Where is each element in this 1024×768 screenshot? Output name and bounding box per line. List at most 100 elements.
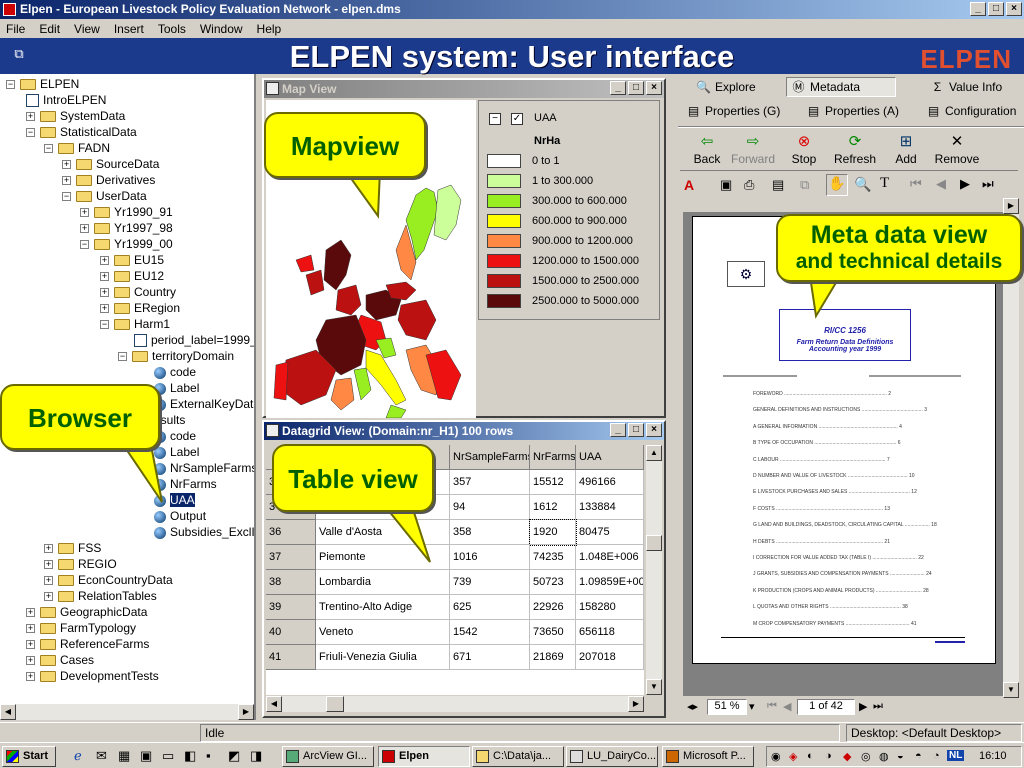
row-header[interactable]: 40 xyxy=(266,620,316,645)
tray-icon-7[interactable]: ◍ xyxy=(879,750,889,763)
table-cell[interactable]: 15512 xyxy=(530,470,576,495)
tree-node[interactable]: + Yr1997_98 xyxy=(80,220,173,236)
table-cell[interactable]: 358 xyxy=(450,520,530,545)
tray-icon-2[interactable]: ◈ xyxy=(789,750,797,763)
tree-node[interactable]: + Yr1990_91 xyxy=(80,204,173,220)
collapse-icon[interactable]: − xyxy=(80,240,89,250)
tree-node[interactable]: − Yr1999_00 xyxy=(80,236,173,252)
tree-node[interactable]: + RelationTables xyxy=(44,588,157,604)
expand-icon[interactable]: + xyxy=(62,176,71,186)
mapview-minimize-button[interactable]: _ xyxy=(610,81,626,95)
tray-icon-6[interactable]: ◎ xyxy=(861,750,871,763)
tree-hscrollbar[interactable]: ◀ ▶ xyxy=(0,704,254,720)
table-cell[interactable]: 357 xyxy=(450,470,530,495)
menu-tools[interactable]: Tools xyxy=(158,22,186,36)
column-header[interactable]: NrSampleFarms xyxy=(450,445,530,470)
prev-page-icon[interactable]: ◀ xyxy=(936,176,946,192)
zoom-level[interactable]: 51 % xyxy=(707,699,747,715)
menu-help[interactable]: Help xyxy=(257,22,282,36)
ie-icon[interactable]: ℯ xyxy=(74,748,82,764)
table-cell[interactable]: 1542 xyxy=(450,620,530,645)
print-icon[interactable]: ⎙ xyxy=(744,177,754,193)
task-arcview[interactable]: ArcView GI... xyxy=(282,746,374,767)
expand-icon[interactable]: + xyxy=(62,160,71,170)
row-header[interactable]: 36 xyxy=(266,520,316,545)
table-cell[interactable]: 1016 xyxy=(450,545,530,570)
task-explorer[interactable]: C:\Data\ja... xyxy=(472,746,564,767)
task-lu-dairy[interactable]: LU_DairyCo... xyxy=(566,746,658,767)
table-cell[interactable]: Trentino-Alto Adige xyxy=(316,595,450,620)
mapview-close-button[interactable]: × xyxy=(646,81,662,95)
tray-icon-5[interactable]: ◆ xyxy=(843,750,851,763)
expand-icon[interactable]: + xyxy=(80,208,89,218)
tray-icon-9[interactable]: ◓ xyxy=(915,750,922,762)
table-cell[interactable]: Veneto xyxy=(316,620,450,645)
tree-node[interactable]: Output xyxy=(154,508,206,524)
table-cell[interactable]: 158280 xyxy=(576,595,644,620)
save-icon[interactable]: ▣ xyxy=(720,177,732,193)
start-button[interactable]: Start xyxy=(2,746,56,767)
collapse-icon[interactable]: − xyxy=(118,352,127,362)
split-icon[interactable]: ◂▸ xyxy=(687,700,698,713)
hand-tool-icon[interactable]: ✋ xyxy=(826,174,848,196)
tree-node[interactable]: + Cases xyxy=(26,652,94,668)
collapse-icon[interactable]: − xyxy=(44,144,53,154)
app-icon-4[interactable]: ◩ xyxy=(228,748,240,764)
expand-icon[interactable]: + xyxy=(26,112,35,122)
mapview-maximize-button[interactable]: □ xyxy=(628,81,644,95)
tree-node[interactable]: + ReferenceFarms xyxy=(26,636,149,652)
close-button[interactable]: × xyxy=(1006,2,1022,16)
tree-node[interactable]: − FADN xyxy=(44,140,110,156)
tree-node[interactable]: − Harm1 xyxy=(100,316,170,332)
tree-node[interactable]: + GeographicData xyxy=(26,604,147,620)
menu-edit[interactable]: Edit xyxy=(39,22,60,36)
table-cell[interactable]: 671 xyxy=(450,645,530,670)
table-cell[interactable]: 74235 xyxy=(530,545,576,570)
pdf-last-icon[interactable]: ⏭ xyxy=(873,700,883,713)
expand-icon[interactable]: + xyxy=(26,608,35,618)
table-cell[interactable]: 22926 xyxy=(530,595,576,620)
table-cell[interactable]: 73650 xyxy=(530,620,576,645)
page-indicator[interactable]: 1 of 42 xyxy=(797,699,855,715)
maximize-button[interactable]: □ xyxy=(988,2,1004,16)
app-icon-1[interactable]: ▣ xyxy=(140,748,152,764)
pdf-first-icon[interactable]: ⏮ xyxy=(767,700,777,713)
tab-explore[interactable]: 🔍 Explore xyxy=(692,77,790,97)
expand-icon[interactable]: + xyxy=(100,288,109,298)
expand-icon[interactable]: + xyxy=(26,624,35,634)
menu-window[interactable]: Window xyxy=(200,22,243,36)
table-cell[interactable]: 80475 xyxy=(576,520,644,545)
app-icon-2[interactable]: ▭ xyxy=(162,748,174,764)
collapse-icon[interactable]: − xyxy=(26,128,35,138)
tree-node[interactable]: + SystemData xyxy=(26,108,125,124)
expand-icon[interactable]: + xyxy=(44,576,53,586)
expand-icon[interactable]: + xyxy=(100,256,109,266)
outlook-icon[interactable]: ✉ xyxy=(96,748,107,764)
tree-node[interactable]: + SourceData xyxy=(62,156,159,172)
row-header[interactable]: 39 xyxy=(266,595,316,620)
row-header[interactable]: 41 xyxy=(266,645,316,670)
datagrid-maximize-button[interactable]: □ xyxy=(628,423,644,437)
menu-file[interactable]: File xyxy=(6,22,25,36)
tree-node[interactable]: + EconCountryData xyxy=(44,572,173,588)
table-cell[interactable]: 207018 xyxy=(576,645,644,670)
expand-icon[interactable]: + xyxy=(26,672,35,682)
expand-icon[interactable]: + xyxy=(44,544,53,554)
expand-icon[interactable]: + xyxy=(100,304,109,314)
expand-icon[interactable]: + xyxy=(26,656,35,666)
cmd-icon[interactable]: ▪ xyxy=(206,748,211,763)
tree-node[interactable]: − territoryDomain xyxy=(118,348,234,364)
row-header[interactable]: 38 xyxy=(266,570,316,595)
menu-view[interactable]: View xyxy=(74,22,100,36)
tray-icon-4[interactable]: ◑ xyxy=(825,750,832,762)
table-cell[interactable]: Friuli-Venezia Giulia xyxy=(316,645,450,670)
window-titlebar[interactable]: Elpen - European Livestock Policy Evalua… xyxy=(0,0,1024,19)
expand-icon[interactable]: + xyxy=(44,560,53,570)
table-cell[interactable]: 21869 xyxy=(530,645,576,670)
expand-icon[interactable]: + xyxy=(80,224,89,234)
task-microsoft[interactable]: Microsoft P... xyxy=(662,746,754,767)
table-cell[interactable]: 496166 xyxy=(576,470,644,495)
tree-node[interactable]: + FSS xyxy=(44,540,101,556)
zoom-icon[interactable]: 🔍 xyxy=(854,176,871,193)
table-cell[interactable]: 656118 xyxy=(576,620,644,645)
